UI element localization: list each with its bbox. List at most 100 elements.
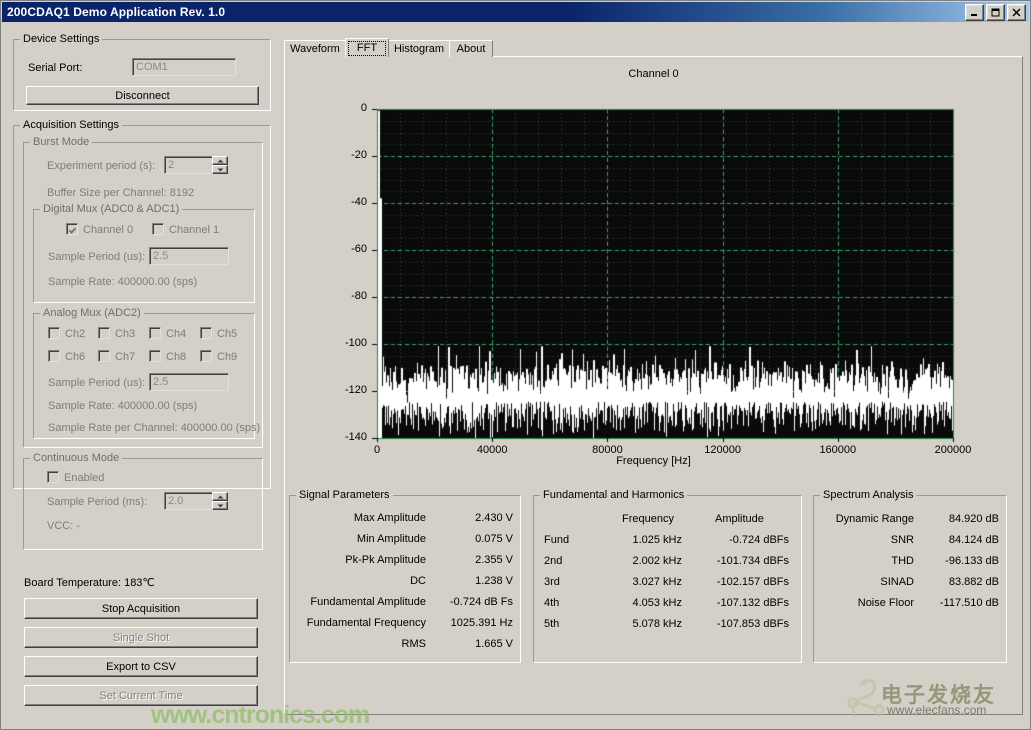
harmonic-row-amplitude: -101.734 dBFs xyxy=(689,555,789,567)
ch5-checkbox[interactable] xyxy=(200,327,212,339)
set-current-time-button[interactable]: Set Current Time xyxy=(24,685,258,706)
continuous-mode-legend: Continuous Mode xyxy=(30,452,122,464)
analog-mux-group: Analog Mux (ADC2) Ch2 Ch3 Ch4 Ch5 Ch6 Ch… xyxy=(33,313,255,439)
spinner-down-icon[interactable] xyxy=(212,501,228,510)
harmonic-row-name: 2nd xyxy=(544,555,584,567)
tab-about[interactable]: About xyxy=(449,40,493,57)
continuous-enabled-label: Enabled xyxy=(64,472,104,484)
spectrum-analysis-row-value: 83.882 dB xyxy=(914,576,999,588)
tab-histogram-label: Histogram xyxy=(394,43,444,55)
tab-fft[interactable]: FFT xyxy=(345,38,389,57)
digital-sample-period-field[interactable]: 2.5 xyxy=(149,247,229,265)
continuous-sample-period-spinner[interactable] xyxy=(212,492,228,510)
ch4-checkbox[interactable] xyxy=(149,327,161,339)
digital-sample-rate-text: Sample Rate: 400000.00 (sps) xyxy=(48,276,197,288)
ch2-label: Ch2 xyxy=(65,328,85,340)
channel0-checkbox[interactable] xyxy=(66,223,78,235)
signal-parameter-row-value: -0.724 dB Fs xyxy=(428,596,513,608)
device-settings-legend: Device Settings xyxy=(20,33,102,45)
analog-sample-period-field[interactable]: 2.5 xyxy=(149,373,229,391)
harmonic-row-amplitude: -102.157 dBFs xyxy=(689,576,789,588)
signal-parameter-row-name: Max Amplitude xyxy=(296,512,426,524)
analog-sample-rate-text: Sample Rate: 400000.00 (sps) xyxy=(48,400,197,412)
burst-mode-group: Burst Mode Experiment period (s): 2 Buff… xyxy=(23,142,263,448)
spectrum-analysis-row-name: THD xyxy=(818,555,914,567)
vcc-text: VCC: - xyxy=(47,520,80,532)
signal-parameter-row-value: 2.355 V xyxy=(428,554,513,566)
harmonic-row-frequency: 2.002 kHz xyxy=(594,555,682,567)
chart-x-tick-label: 160000 xyxy=(798,444,878,456)
harmonics-group: Fundamental and Harmonics Frequency Ampl… xyxy=(533,495,802,663)
ch8-checkbox[interactable] xyxy=(149,350,161,362)
serial-port-field[interactable]: COM1 xyxy=(132,58,236,76)
digital-mux-legend: Digital Mux (ADC0 & ADC1) xyxy=(40,203,182,215)
ch7-checkbox[interactable] xyxy=(98,350,110,362)
single-shot-button[interactable]: Single Shot xyxy=(24,627,258,648)
digital-mux-group: Digital Mux (ADC0 & ADC1) Channel 0 Chan… xyxy=(33,209,255,303)
ch6-label: Ch6 xyxy=(65,351,85,363)
fft-chart: Channel 0 Amplitude [dB] Frequency [Hz] … xyxy=(284,63,1023,473)
ch7-label: Ch7 xyxy=(115,351,135,363)
chart-plot-canvas xyxy=(284,63,1023,473)
ch6-checkbox[interactable] xyxy=(48,350,60,362)
signal-parameter-row: Pk-Pk Amplitude2.355 V xyxy=(290,554,520,572)
spectrum-analysis-row-name: SNR xyxy=(818,534,914,546)
signal-parameter-row-value: 1.665 V xyxy=(428,638,513,650)
acquisition-settings-legend: Acquisition Settings xyxy=(20,119,122,131)
signal-parameter-row-value: 0.075 V xyxy=(428,533,513,545)
spinner-up-icon[interactable] xyxy=(212,156,228,165)
spectrum-analysis-row-value: 84.124 dB xyxy=(914,534,999,546)
signal-parameter-row-value: 1025.391 Hz xyxy=(428,617,513,629)
signal-parameter-row-name: Fundamental Frequency xyxy=(296,617,426,629)
spectrum-analysis-row: Dynamic Range84.920 dB xyxy=(814,513,1006,531)
chart-y-tick-label: -20 xyxy=(327,149,367,161)
spinner-up-icon[interactable] xyxy=(212,492,228,501)
harmonic-row-amplitude: -107.853 dBFs xyxy=(689,618,789,630)
spectrum-analysis-row: SNR84.124 dB xyxy=(814,534,1006,552)
ch5-label: Ch5 xyxy=(217,328,237,340)
window-title: 200CDAQ1 Demo Application Rev. 1.0 xyxy=(7,5,225,19)
spectrum-analysis-row-name: SINAD xyxy=(818,576,914,588)
signal-parameter-row: Fundamental Frequency1025.391 Hz xyxy=(290,617,520,635)
maximize-button[interactable] xyxy=(986,4,1005,21)
chart-x-tick-label: 200000 xyxy=(913,444,993,456)
signal-parameter-row-name: DC xyxy=(296,575,426,587)
tab-histogram[interactable]: Histogram xyxy=(388,40,450,57)
continuous-enabled-checkbox[interactable] xyxy=(47,471,59,483)
spectrum-analysis-row: Noise Floor-117.510 dB xyxy=(814,597,1006,615)
spectrum-analysis-row-value: 84.920 dB xyxy=(914,513,999,525)
harmonic-row-frequency: 3.027 kHz xyxy=(594,576,682,588)
chart-y-tick-label: -100 xyxy=(327,337,367,349)
spectrum-analysis-row-name: Noise Floor xyxy=(818,597,914,609)
serial-port-label: Serial Port: xyxy=(28,62,82,74)
ch9-checkbox[interactable] xyxy=(200,350,212,362)
signal-parameter-row-value: 1.238 V xyxy=(428,575,513,587)
channel1-checkbox[interactable] xyxy=(152,223,164,235)
experiment-period-spinner[interactable] xyxy=(212,156,228,174)
title-bar: 200CDAQ1 Demo Application Rev. 1.0 xyxy=(2,2,1029,22)
chart-x-tick-label: 0 xyxy=(337,444,417,456)
chart-y-tick-label: -140 xyxy=(327,431,367,443)
chart-y-tick-label: 0 xyxy=(327,102,367,114)
stop-acquisition-button[interactable]: Stop Acquisition xyxy=(24,598,258,619)
export-to-csv-button[interactable]: Export to CSV xyxy=(24,656,258,677)
minimize-button[interactable] xyxy=(965,4,984,21)
tab-fft-focus-outline xyxy=(348,41,386,56)
harmonic-row: 4th4.053 kHz-107.132 dBFs xyxy=(534,597,801,615)
spinner-down-icon[interactable] xyxy=(212,165,228,174)
board-temperature-text: Board Temperature: 183℃ xyxy=(24,576,155,589)
signal-parameter-row: DC1.238 V xyxy=(290,575,520,593)
ch3-checkbox[interactable] xyxy=(98,327,110,339)
harmonic-row-name: 3rd xyxy=(544,576,584,588)
tab-waveform[interactable]: Waveform xyxy=(284,40,346,57)
ch2-checkbox[interactable] xyxy=(48,327,60,339)
disconnect-button[interactable]: Disconnect xyxy=(26,86,259,105)
harmonic-row: Fund1.025 kHz-0.724 dBFs xyxy=(534,534,801,552)
analog-sample-rate-per-channel-text: Sample Rate per Channel: 400000.00 (sps) xyxy=(48,422,260,434)
harmonic-row-frequency: 5.078 kHz xyxy=(594,618,682,630)
chart-y-tick-label: -40 xyxy=(327,196,367,208)
device-settings-group: Device Settings Serial Port: COM1 Discon… xyxy=(13,39,271,111)
close-button[interactable] xyxy=(1007,4,1026,21)
harmonics-amplitude-header: Amplitude xyxy=(715,513,764,525)
chart-y-tick-label: -80 xyxy=(327,290,367,302)
